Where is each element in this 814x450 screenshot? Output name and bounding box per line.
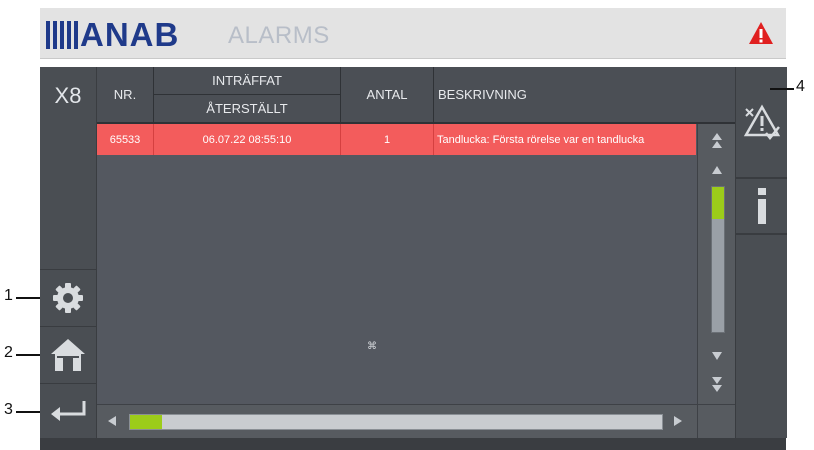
left-sidebar: X8 [40, 67, 97, 442]
cell-count: 1 [341, 124, 434, 155]
settings-button[interactable] [40, 270, 96, 328]
scroll-down-icon[interactable] [698, 350, 736, 364]
callout-line-2 [16, 354, 40, 356]
acknowledge-alarm-icon [743, 104, 780, 140]
gear-icon [53, 283, 83, 313]
info-button[interactable] [736, 179, 787, 235]
horizontal-scroll-thumb[interactable] [130, 415, 162, 429]
callout-line-4 [770, 88, 794, 90]
callout-1: 1 [4, 287, 13, 304]
scroll-to-top-icon[interactable] [698, 132, 736, 153]
column-header-nr[interactable]: NR. [97, 67, 154, 122]
alarm-panel: X8 NR. INTRÄFFAT ÅTERSTÄLLT ANTAL BESKRI… [40, 67, 787, 442]
warning-triangle-icon[interactable] [748, 21, 774, 45]
cell-nr: 65533 [97, 124, 154, 155]
back-arrow-icon [51, 401, 86, 421]
vertical-scrollbar[interactable] [697, 124, 736, 404]
logo: ANAB [80, 16, 180, 53]
scroll-left-icon[interactable] [107, 415, 117, 430]
column-header-occurred: INTRÄFFAT [154, 67, 340, 95]
table-header: NR. INTRÄFFAT ÅTERSTÄLLT ANTAL BESKRIVNI… [97, 67, 735, 124]
scroll-to-bottom-icon[interactable] [698, 376, 736, 397]
horizontal-scrollbar[interactable] [97, 404, 697, 439]
unit-label: X8 [54, 83, 82, 108]
info-icon [757, 188, 766, 224]
page-title: ALARMS [228, 22, 330, 49]
home-button[interactable] [40, 327, 96, 385]
alarm-table: NR. INTRÄFFAT ÅTERSTÄLLT ANTAL BESKRIVNI… [97, 67, 736, 439]
center-marker-icon: ⌘ [367, 341, 377, 352]
cell-time: 06.07.22 08:55:10 [154, 124, 341, 155]
callout-line-3 [16, 411, 40, 413]
bottom-bar [40, 438, 786, 450]
callout-line-1 [16, 297, 40, 299]
column-header-description[interactable]: BESKRIVNING [434, 67, 739, 122]
cell-description: Tandlucka: Första rörelse var en tandluc… [437, 133, 645, 146]
acknowledge-alarm-button[interactable] [736, 67, 787, 179]
unit-panel: X8 [40, 67, 96, 271]
table-row[interactable]: 65533 06.07.22 08:55:10 1 Tandlucka: För… [97, 124, 696, 155]
scrollbar-corner [697, 404, 736, 439]
column-header-count[interactable]: ANTAL [341, 67, 434, 122]
callout-3: 3 [4, 401, 13, 418]
back-button[interactable] [40, 384, 96, 442]
scroll-up-icon[interactable] [698, 164, 736, 178]
header-bar: ANAB ALARMS [40, 8, 786, 59]
column-header-time[interactable]: INTRÄFFAT ÅTERSTÄLLT [154, 67, 341, 122]
home-icon [51, 339, 85, 371]
scroll-right-icon[interactable] [673, 415, 683, 430]
vertical-scroll-thumb[interactable] [712, 187, 724, 219]
vertical-scroll-track[interactable] [711, 186, 725, 333]
right-sidebar [735, 67, 787, 438]
logo-bars [46, 21, 78, 49]
column-header-reset: ÅTERSTÄLLT [206, 101, 288, 116]
callout-4: 4 [796, 78, 805, 95]
horizontal-scroll-track[interactable] [129, 414, 663, 430]
callout-2: 2 [4, 344, 13, 361]
